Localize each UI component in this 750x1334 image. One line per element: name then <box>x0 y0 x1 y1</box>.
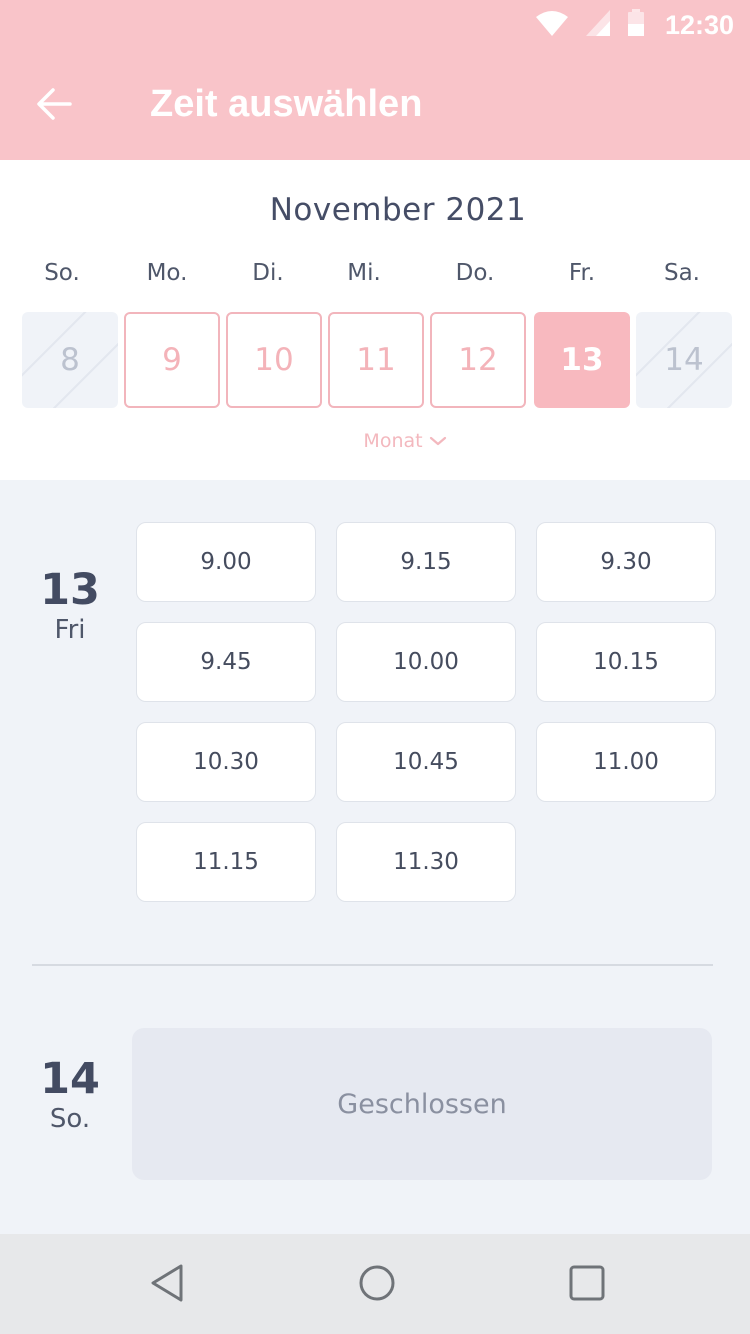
day-cell-disabled: 14 <box>636 312 732 408</box>
day-name: Fri <box>54 615 86 645</box>
weekday-label: Mi. <box>347 260 381 286</box>
time-slot[interactable]: 10.15 <box>536 622 716 702</box>
day-cell-selected[interactable]: 13 <box>534 312 630 408</box>
time-slot[interactable]: 11.30 <box>336 822 516 902</box>
schedule-day-date: 14 So. <box>22 1055 118 1135</box>
cellular-signal-icon <box>585 9 611 41</box>
day-number: 13 <box>40 565 100 615</box>
month-toggle-label: Monat <box>363 430 423 452</box>
weekday-label: Fr. <box>568 260 596 286</box>
status-icons: 12:30 <box>535 8 734 42</box>
week-calendar: November 2021 So. Mo. Di. Mi. Do. Fr. Sa… <box>0 160 750 480</box>
time-slot[interactable]: 11.15 <box>136 822 316 902</box>
back-button[interactable] <box>26 78 82 134</box>
back-triangle-icon <box>149 1263 185 1307</box>
day-cell-disabled: 8 <box>22 312 118 408</box>
month-view-toggle[interactable]: Monat <box>340 426 470 456</box>
status-bar: 12:30 <box>0 0 750 50</box>
wifi-icon <box>535 9 569 41</box>
app-bar: Zeit auswählen <box>0 50 750 160</box>
day-cell[interactable]: 9 <box>124 312 220 408</box>
weekday-label: Mo. <box>146 260 188 286</box>
time-slot[interactable]: 9.30 <box>536 522 716 602</box>
time-slot[interactable]: 9.15 <box>336 522 516 602</box>
chevron-down-icon <box>429 430 447 452</box>
time-slot[interactable]: 10.45 <box>336 722 516 802</box>
status-time: 12:30 <box>664 9 734 40</box>
nav-recents-button[interactable] <box>562 1260 612 1310</box>
weekday-label: Do. <box>455 260 495 286</box>
nav-back-button[interactable] <box>142 1260 192 1310</box>
day-number: 14 <box>40 1054 100 1104</box>
home-circle-icon <box>358 1264 396 1306</box>
month-label: November 2021 <box>269 192 527 228</box>
time-slot[interactable]: 10.00 <box>336 622 516 702</box>
weekday-label: Di. <box>252 260 284 286</box>
day-name: So. <box>49 1104 91 1134</box>
page-title: Zeit auswählen <box>150 83 423 125</box>
schedule-day-date: 13 Fri <box>22 566 118 646</box>
time-slot[interactable]: 10.30 <box>136 722 316 802</box>
time-slot[interactable]: 9.00 <box>136 522 316 602</box>
recents-square-icon <box>569 1265 605 1305</box>
weekday-label: Sa. <box>663 260 700 286</box>
day-cell[interactable]: 12 <box>430 312 526 408</box>
day-cell[interactable]: 11 <box>328 312 424 408</box>
closed-notice: Geschlossen <box>132 1028 712 1180</box>
weekday-label: So. <box>44 260 80 286</box>
battery-icon <box>627 9 645 41</box>
day-divider <box>32 964 713 966</box>
nav-home-button[interactable] <box>352 1260 402 1310</box>
time-slot[interactable]: 9.45 <box>136 622 316 702</box>
system-nav-bar <box>0 1234 750 1334</box>
day-cell[interactable]: 10 <box>226 312 322 408</box>
time-slot[interactable]: 11.00 <box>536 722 716 802</box>
arrow-left-icon <box>36 86 72 126</box>
